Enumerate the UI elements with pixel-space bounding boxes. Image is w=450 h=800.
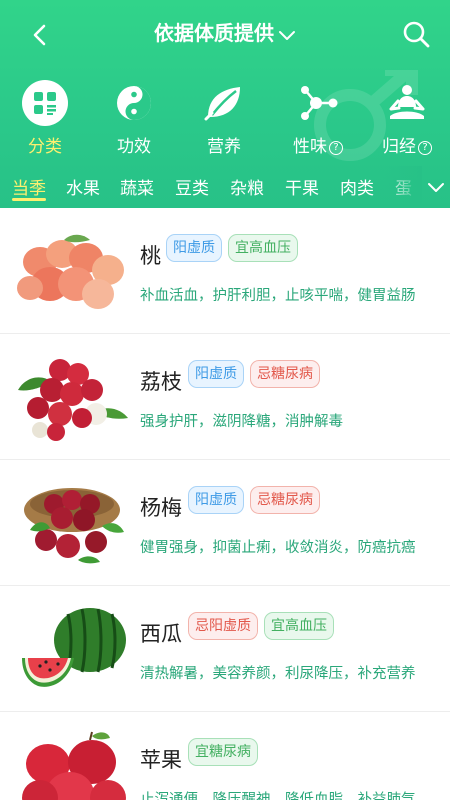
food-item[interactable]: 杨梅 阳虚质 忌糖尿病 健胃强身，抑菌止痢，收敛消炎，防癌抗癌 — [0, 460, 450, 586]
molecule-icon — [295, 80, 341, 126]
category-taste[interactable]: 性味? — [283, 80, 353, 157]
disease-tag: 忌糖尿病 — [250, 360, 320, 388]
food-effects: 强身护肝，滋阴降糖，消肿解毒 — [140, 414, 343, 430]
chevron-down-icon — [278, 20, 296, 50]
category-label: 功效 — [117, 137, 151, 157]
category-nutrition[interactable]: 营养 — [189, 80, 259, 157]
food-item[interactable]: 西瓜 忌阳虚质 宜高血压 清热解暑，美容养颜，利尿降压，补充营养 — [0, 586, 450, 712]
category-label: 分类 — [28, 137, 62, 157]
lychee-image — [18, 359, 128, 441]
help-icon[interactable]: ? — [418, 141, 432, 155]
tag-list: 阳虚质 忌糖尿病 — [188, 360, 320, 388]
disease-tag: 宜高血压 — [264, 612, 334, 640]
food-name: 西瓜 — [140, 622, 182, 646]
tag-list: 阳虚质 宜高血压 — [166, 234, 298, 262]
tag-list: 忌阳虚质 宜高血压 — [188, 612, 334, 640]
category-meridian[interactable]: 归经? — [372, 80, 442, 157]
title-dropdown[interactable]: 依据体质提供 — [0, 18, 450, 48]
food-name: 苹果 — [140, 748, 182, 772]
constitution-tag: 阳虚质 — [188, 486, 244, 514]
tab-meat[interactable]: 肉类 — [340, 174, 374, 199]
page-title: 依据体质提供 — [154, 21, 274, 45]
food-list: 桃 阳虚质 宜高血压 补血活血，护肝利胆，止咳平喘，健胃益肠 荔枝 阳虚质 忌糖… — [0, 208, 450, 800]
food-effects: 止泻通便，降压醒神，降低血脂，补益肺气 — [140, 792, 416, 800]
category-effect[interactable]: 功效 — [99, 80, 169, 157]
yin-yang-icon — [111, 80, 157, 126]
food-effects: 清热解暑，美容养颜，利尿降压，补充营养 — [140, 666, 416, 682]
constitution-tag: 忌阳虚质 — [188, 612, 258, 640]
watermelon-image — [22, 608, 126, 687]
disease-tag: 忌糖尿病 — [250, 486, 320, 514]
food-effects: 健胃强身，抑菌止痢，收敛消炎，防癌抗癌 — [140, 540, 416, 556]
chevron-down-icon — [428, 183, 444, 192]
leaf-icon — [201, 80, 247, 126]
search-icon — [403, 21, 430, 48]
tab-seasonal[interactable]: 当季 — [12, 174, 46, 199]
food-item[interactable]: 苹果 宜糖尿病 止泻通便，降压醒神，降低血脂，补益肺气 — [0, 712, 450, 800]
apple-image — [22, 731, 126, 800]
active-tab-indicator — [12, 198, 46, 201]
tab-beans[interactable]: 豆类 — [175, 174, 209, 199]
food-effects: 补血活血，护肝利胆，止咳平喘，健胃益肠 — [140, 288, 416, 304]
expand-tabs-button[interactable] — [426, 178, 446, 198]
constitution-tag: 阳虚质 — [188, 360, 244, 388]
food-name: 桃 — [140, 244, 161, 268]
top-bar: 依据体质提供 — [0, 0, 450, 66]
search-button[interactable] — [400, 18, 432, 50]
food-item[interactable]: 桃 阳虚质 宜高血压 补血活血，护肝利胆，止咳平喘，健胃益肠 — [0, 208, 450, 334]
tab-nuts[interactable]: 干果 — [285, 174, 319, 199]
tab-fruit[interactable]: 水果 — [66, 174, 100, 199]
category-label: 归经? — [372, 132, 442, 157]
category-bar: 分类 功效 营养 性味 ? 归经 ? — [0, 80, 450, 158]
food-name: 荔枝 — [140, 370, 182, 394]
category-classify[interactable]: 分类 — [10, 80, 80, 157]
header: 依据体质提供 分类 功效 营养 性味 ? 归经 ? 当季 水果 蔬菜 豆类 杂粮… — [0, 0, 450, 208]
category-grid-icon — [22, 80, 68, 126]
category-label: 营养 — [207, 137, 241, 157]
tabs-fade — [382, 166, 422, 208]
tab-vegetable[interactable]: 蔬菜 — [120, 174, 154, 199]
tag-list: 宜糖尿病 — [188, 738, 258, 766]
tag-list: 阳虚质 忌糖尿病 — [188, 486, 320, 514]
constitution-tag: 阳虚质 — [166, 234, 222, 262]
bayberry-image — [24, 488, 124, 564]
tab-bar: 当季 水果 蔬菜 豆类 杂粮 干果 肉类 蛋 — [0, 166, 450, 208]
meditation-icon — [384, 80, 430, 126]
category-label: 性味? — [283, 132, 353, 157]
disease-tag: 宜高血压 — [228, 234, 298, 262]
tab-grains[interactable]: 杂粮 — [230, 174, 264, 199]
disease-tag: 宜糖尿病 — [188, 738, 258, 766]
help-icon[interactable]: ? — [329, 141, 343, 155]
peach-image — [17, 234, 124, 309]
food-name: 杨梅 — [140, 496, 182, 520]
food-item[interactable]: 荔枝 阳虚质 忌糖尿病 强身护肝，滋阴降糖，消肿解毒 — [0, 334, 450, 460]
